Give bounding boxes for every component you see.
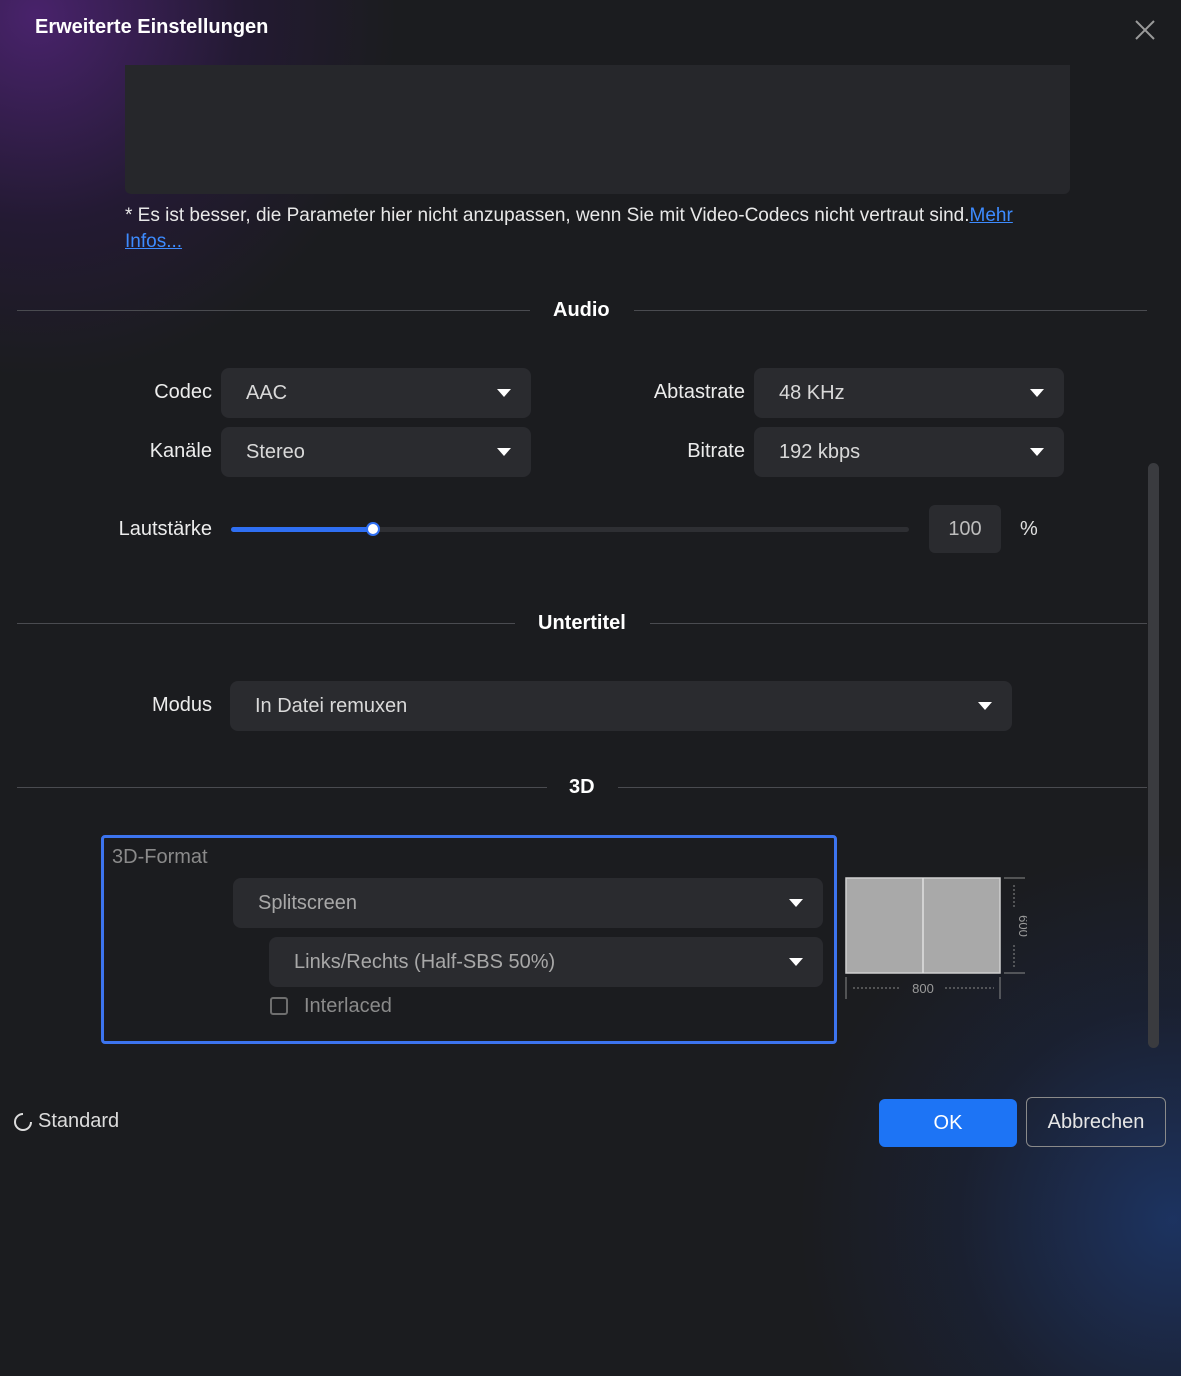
channels-value: Stereo — [246, 441, 305, 463]
standard-label: Standard — [38, 1110, 120, 1132]
bitrate-label: Bitrate — [687, 440, 745, 462]
3d-format-select[interactable]: Splitscreen — [233, 878, 823, 928]
divider — [618, 787, 1147, 788]
chevron-down-icon — [497, 389, 511, 397]
3d-format-label: 3D-Format — [112, 846, 208, 868]
preview-height-label: 600 — [1016, 915, 1027, 937]
bitrate-select[interactable]: 192 kbps — [754, 427, 1064, 477]
chevron-down-icon — [497, 448, 511, 456]
volume-slider-handle[interactable] — [366, 522, 380, 536]
channels-label: Kanäle — [149, 440, 212, 462]
chevron-down-icon — [789, 899, 803, 907]
preview-width-label: 800 — [912, 981, 934, 996]
chevron-down-icon — [1030, 389, 1044, 397]
section-title-audio: Audio — [553, 299, 610, 321]
chevron-down-icon — [789, 958, 803, 966]
3d-preview-diagram: 800 600 — [845, 877, 1031, 1002]
interlaced-checkbox[interactable] — [270, 997, 288, 1015]
samplerate-select[interactable]: 48 KHz — [754, 368, 1064, 418]
volume-unit: % — [1020, 518, 1038, 540]
chevron-down-icon — [978, 702, 992, 710]
3d-layout-value: Links/Rechts (Half-SBS 50%) — [294, 951, 556, 973]
cancel-button[interactable]: Abbrechen — [1026, 1097, 1166, 1147]
scrollbar[interactable] — [1148, 463, 1159, 1048]
subtitle-mode-select[interactable]: In Datei remuxen — [230, 681, 1012, 731]
divider — [17, 623, 515, 624]
section-title-3d: 3D — [569, 776, 595, 798]
bitrate-value: 192 kbps — [779, 441, 861, 463]
interlaced-label: Interlaced — [304, 995, 392, 1017]
volume-slider-fill — [231, 527, 373, 532]
subtitle-mode-value: In Datei remuxen — [255, 695, 408, 717]
section-title-subtitles: Untertitel — [538, 612, 626, 634]
divider — [17, 787, 547, 788]
3d-layout-select[interactable]: Links/Rechts (Half-SBS 50%) — [269, 937, 823, 987]
codec-select[interactable]: AAC — [221, 368, 531, 418]
parameter-textarea[interactable] — [125, 65, 1070, 194]
divider — [634, 310, 1147, 311]
volume-input[interactable]: 100 — [929, 505, 1001, 553]
chevron-down-icon — [1030, 448, 1044, 456]
note-text: * Es ist besser, die Parameter hier nich… — [125, 205, 970, 226]
divider — [650, 623, 1147, 624]
close-icon[interactable] — [1131, 16, 1159, 44]
ok-button[interactable]: OK — [879, 1099, 1017, 1147]
codec-value: AAC — [246, 382, 288, 404]
divider — [17, 310, 530, 311]
codec-label: Codec — [154, 381, 212, 403]
samplerate-value: 48 KHz — [779, 382, 845, 404]
mode-label: Modus — [151, 694, 212, 716]
samplerate-label: Abtastrate — [653, 381, 745, 403]
reset-icon — [14, 1112, 32, 1131]
codec-warning-note: * Es ist besser, die Parameter hier nich… — [125, 203, 1070, 255]
channels-select[interactable]: Stereo — [221, 427, 531, 477]
reset-standard-button[interactable]: Standard — [12, 1110, 119, 1133]
3d-format-value: Splitscreen — [258, 892, 357, 914]
volume-label: Lautstärke — [118, 518, 212, 540]
dialog-title: Erweiterte Einstellungen — [35, 16, 269, 38]
